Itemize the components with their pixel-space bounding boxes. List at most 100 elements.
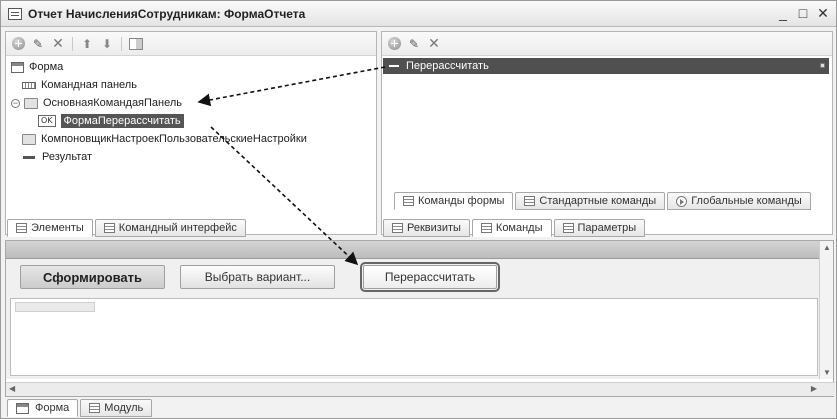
result-cell[interactable] (15, 302, 95, 312)
form-commands-icon (403, 196, 414, 206)
vertical-scrollbar[interactable]: ▲ ▼ (819, 241, 833, 379)
tab-commands[interactable]: Команды (471, 219, 552, 237)
report-form-window: Отчет НачисленияСотрудникам: ФормаОтчета… (0, 0, 837, 419)
command-label: Перерассчитать (406, 60, 489, 72)
toolbar-separator (72, 36, 73, 51)
tab-label: Элементы (31, 222, 84, 234)
command-interface-tab-icon (103, 223, 115, 233)
choose-variant-button[interactable]: Выбрать вариант... (180, 265, 335, 289)
scroll-down-icon[interactable]: ▼ (823, 368, 831, 377)
tree-item-recalculate-button[interactable]: OK ФормаПерерассчитать (6, 112, 376, 130)
add-icon (387, 37, 401, 50)
commands-tab-icon (480, 223, 492, 233)
folder-icon (22, 133, 36, 145)
window-title: Отчет НачисленияСотрудникам: ФормаОтчета (28, 6, 306, 21)
commands-toolbar: ✎ ✕ (382, 32, 832, 56)
tab-module[interactable]: Модуль (80, 399, 153, 417)
tab-label: Стандартные команды (539, 195, 657, 207)
tree-item-settings-composer[interactable]: КомпоновщикНастроекПользовательскиеНастр… (6, 130, 376, 148)
tab-form[interactable]: Форма (7, 399, 79, 417)
horizontal-scrollbar[interactable]: ◀ ▶ (6, 382, 835, 396)
elements-toolbar: ✎ ✕ ⬆ ⬇ (6, 32, 376, 56)
form-preview: Сформировать Выбрать вариант... Перерасс… (5, 240, 835, 397)
elements-tabs: Элементы Командный интерфейс (7, 219, 246, 237)
tree-item-label: ОсновнаяКомандаяПанель (43, 97, 183, 109)
move-down-button[interactable]: ⬇ (99, 36, 115, 52)
standard-commands-icon (524, 196, 536, 206)
tree-item-result[interactable]: Результат (6, 148, 376, 166)
tab-label: Глобальные команды (691, 195, 802, 207)
tab-global-commands[interactable]: Глобальные команды (667, 192, 811, 210)
minimize-button[interactable]: _ (776, 5, 790, 22)
maximize-button[interactable]: □ (796, 5, 810, 22)
command-action-icon (820, 63, 825, 68)
move-down-icon: ⬇ (101, 36, 113, 51)
command-row-recalculate[interactable]: Перерассчитать (383, 58, 829, 74)
scroll-right-icon[interactable]: ▶ (811, 384, 817, 393)
window-controls: _ □ ✕ (776, 5, 830, 22)
tab-label: Форма (35, 402, 70, 414)
field-icon (23, 155, 35, 159)
delete-icon: ✕ (428, 35, 440, 51)
tab-label: Параметры (577, 222, 637, 234)
elements-panel: ✎ ✕ ⬆ ⬇ Форма Командная панель − Основна… (5, 31, 377, 235)
attributes-tab-icon (392, 223, 403, 233)
tree-item-form[interactable]: Форма (6, 58, 376, 76)
move-up-icon: ⬆ (81, 36, 93, 51)
form-icon (11, 61, 24, 73)
global-commands-icon (676, 195, 688, 207)
tree-item-label: Результат (42, 151, 93, 163)
add-command-button[interactable] (386, 36, 402, 52)
tree-item-label: ФормаПерерассчитать (60, 114, 184, 128)
elements-tab-icon (16, 223, 27, 233)
tree-item-label: КомпоновщикНастроекПользовательскиеНастр… (41, 133, 307, 145)
edit-icon: ✎ (408, 36, 420, 51)
scroll-left-icon[interactable]: ◀ (9, 384, 15, 393)
module-tab-icon (89, 403, 101, 413)
tab-standard-commands[interactable]: Стандартные команды (515, 192, 666, 210)
tab-command-interface[interactable]: Командный интерфейс (94, 219, 246, 237)
tab-form-commands[interactable]: Команды формы (394, 192, 514, 210)
parameters-tab-icon (562, 223, 574, 233)
scroll-up-icon[interactable]: ▲ (823, 243, 831, 252)
delete-command-button[interactable]: ✕ (426, 35, 442, 52)
collapse-toggle-icon[interactable]: − (11, 98, 20, 108)
tab-label: Модуль (104, 402, 144, 414)
preview-header (6, 241, 833, 259)
tab-parameters[interactable]: Параметры (553, 219, 646, 237)
edit-icon: ✎ (32, 36, 44, 51)
edit-button[interactable]: ✎ (30, 36, 46, 52)
tree-item-label: Форма (29, 61, 64, 73)
recalculate-button[interactable]: Перерассчитать (360, 262, 500, 292)
preview-body: Сформировать Выбрать вариант... Перерасс… (6, 259, 821, 379)
edit-command-button[interactable]: ✎ (406, 36, 422, 52)
attributes-tabs: Реквизиты Команды Параметры (383, 219, 646, 237)
toolbar-separator (121, 36, 122, 51)
add-button[interactable] (10, 36, 26, 52)
add-icon (11, 37, 25, 50)
move-up-button[interactable]: ⬆ (79, 36, 95, 52)
title-bar: Отчет НачисленияСотрудникам: ФормаОтчета… (1, 1, 836, 27)
form-settings-icon (129, 37, 143, 50)
editor-tabs: Форма Модуль (7, 399, 153, 417)
tab-label: Команды (495, 222, 543, 234)
command-kind-tabs: Команды формы Стандартные команды Глобал… (394, 192, 811, 210)
command-icon (389, 65, 399, 67)
tab-label: Реквизиты (407, 222, 461, 234)
form-settings-button[interactable] (128, 36, 144, 52)
tab-attributes[interactable]: Реквизиты (383, 219, 470, 237)
form-tab-icon (16, 402, 29, 414)
delete-button[interactable]: ✕ (50, 35, 66, 52)
tree-item-main-command-panel[interactable]: − ОсновнаяКомандаяПанель (6, 94, 376, 112)
ok-button-icon: OK (38, 115, 56, 127)
tree-item-label: Командная панель (41, 79, 137, 91)
result-spreadsheet[interactable] (10, 298, 818, 376)
tree-item-command-panel[interactable]: Командная панель (6, 76, 376, 94)
command-panel-icon (22, 81, 36, 89)
close-button[interactable]: ✕ (816, 5, 830, 22)
folder-icon (24, 97, 38, 109)
tab-elements[interactable]: Элементы (7, 219, 93, 237)
delete-icon: ✕ (52, 35, 64, 51)
commands-panel: ✎ ✕ Перерассчитать Команды формы Стандар… (381, 31, 833, 235)
generate-button[interactable]: Сформировать (20, 265, 165, 289)
